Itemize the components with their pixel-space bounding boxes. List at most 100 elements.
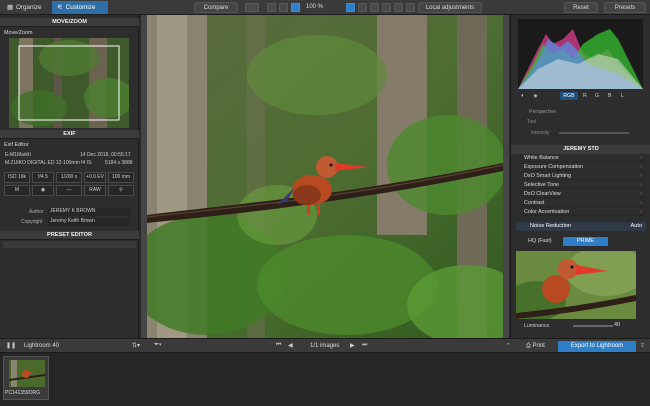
sliders-icon: ⚟ <box>57 4 63 11</box>
channel-g[interactable]: G <box>595 93 599 99</box>
channel-b[interactable]: B <box>608 93 611 99</box>
last-image-icon[interactable]: ⏭ <box>362 342 367 349</box>
luminance-value[interactable]: 40 <box>614 322 620 328</box>
channel-l[interactable]: L <box>621 93 624 99</box>
channel-rgb[interactable]: RGB <box>560 92 578 100</box>
preset-editor-toolbar <box>3 241 136 248</box>
preset-editor-header[interactable]: PRESET EDITOR <box>0 231 139 240</box>
first-image-icon[interactable]: ⏮ <box>276 342 281 349</box>
author-field[interactable]: JEREMY K BROWN <box>48 208 130 216</box>
top-toolbar: ▦ Organize ⚟ Customize Compare 100 % Local… <box>0 0 650 15</box>
filmstrip-toolbar: ❚❚ Lightroom 40 ⇅▾ ⏷▾ ⏮ ◀ 1/1 images ▶ ⏭… <box>0 338 650 353</box>
palette-selective-tone[interactable]: Selective Tone › <box>524 181 644 189</box>
exif-header[interactable]: EXIF <box>0 130 139 139</box>
printer-icon: ⎙ <box>526 343 531 349</box>
copyright-label: Copyright <box>21 219 43 225</box>
view-toggle-icon[interactable]: ◔ <box>506 342 510 348</box>
folder-name: Lightroom 40 <box>24 343 60 349</box>
share-icon[interactable]: ⇪ <box>640 342 645 349</box>
image-counter: 1/1 images <box>310 343 340 349</box>
perspective-label[interactable]: Perspective <box>529 109 556 115</box>
pause-icon[interactable]: ❚❚ <box>6 342 16 349</box>
thumbnail-image <box>9 360 45 387</box>
tab-organize[interactable]: ▦ Organize <box>2 1 47 14</box>
chevron-icon: › <box>640 164 642 170</box>
move-zoom-header[interactable]: MOVE/ZOOM <box>0 18 139 27</box>
capture-date: 14 Dec 2018, 00:55:17 <box>80 152 131 158</box>
palette-exposure[interactable]: Exposure Compensation › <box>524 163 644 171</box>
palette-contrast[interactable]: Contrast › <box>524 199 644 207</box>
crop-icon[interactable] <box>267 3 276 12</box>
eye-icon[interactable] <box>406 3 415 12</box>
aperture-value: f/4.5 <box>32 172 54 183</box>
metering-value: — <box>56 185 82 196</box>
repair-icon[interactable] <box>382 3 391 12</box>
shadow-clip-icon[interactable]: ◐ <box>521 93 525 99</box>
filmstrip: PC141359ORG <box>0 353 650 406</box>
next-image-icon[interactable]: ▶ <box>350 342 355 349</box>
main-photo <box>147 15 503 338</box>
palette-clearview[interactable]: DxO ClearView › <box>524 190 644 198</box>
histogram <box>518 19 643 89</box>
focal-value: 100 mm <box>108 172 134 183</box>
image-viewer[interactable] <box>141 15 509 338</box>
lens-name: M.ZUIKO DIGITAL ED 12-100mm f4 IS· <box>5 160 94 166</box>
straighten-icon[interactable] <box>346 3 355 12</box>
luminance-label: Luminance <box>524 323 550 329</box>
grid-icon: ▦ <box>7 4 13 11</box>
presets-button[interactable]: Presets <box>604 2 646 13</box>
prime-option[interactable]: PRIME <box>563 237 608 246</box>
palette-white-balance[interactable]: White Balance › <box>524 154 644 162</box>
intensity-label: Intensity <box>531 130 550 136</box>
filter-icon[interactable]: ⏷▾ <box>154 342 162 349</box>
noise-preview[interactable] <box>516 251 636 319</box>
redeye-icon[interactable] <box>394 3 403 12</box>
print-button[interactable]: ⎙ Print <box>522 341 549 352</box>
intensity-slider[interactable] <box>559 132 629 134</box>
author-label: Author <box>29 209 44 215</box>
sort-icon[interactable]: ⇅▾ <box>132 342 140 349</box>
exif-editor-label[interactable]: Exif Editor <box>4 142 29 148</box>
chevron-icon: › <box>640 173 642 179</box>
navigator-thumbnail[interactable] <box>9 38 129 128</box>
tool-label: Tool <box>527 119 537 125</box>
luminance-slider[interactable] <box>573 325 613 327</box>
layout-icon[interactable] <box>245 3 259 12</box>
palette-color-accentuation[interactable]: Color Accentuation › <box>524 208 644 216</box>
film-thumbnail[interactable]: PC141359ORG <box>3 356 49 400</box>
image-dimensions: 5184 x 3888 <box>105 160 133 166</box>
chevron-icon: › <box>640 209 642 215</box>
chevron-icon: › <box>640 200 642 206</box>
move-icon[interactable] <box>279 3 288 12</box>
reset-button[interactable]: Reset <box>564 2 598 13</box>
chevron-icon: › <box>640 155 642 161</box>
flash-icon: ⚲ <box>108 185 134 196</box>
channel-r[interactable]: R <box>583 93 587 99</box>
zoom-level[interactable]: 100 % <box>306 4 323 10</box>
shutter-value: 1/200 s <box>56 172 82 183</box>
iso-value: ISO 16k <box>4 172 30 183</box>
copyright-field[interactable]: Jeremy Keith Brown <box>48 218 130 226</box>
hq-fast-option[interactable]: HQ (Fast) <box>528 238 552 244</box>
compare-button[interactable]: Compare <box>194 2 238 13</box>
format-value: RAW <box>84 185 106 196</box>
perspective-icon[interactable] <box>358 3 367 12</box>
camera-model: E-M1MarkII <box>5 152 31 158</box>
chevron-icon: › <box>640 182 642 188</box>
palette-smart-lighting[interactable]: DxO Smart Lighting › <box>524 172 644 180</box>
mode-value: M <box>4 185 30 196</box>
prev-image-icon[interactable]: ◀ <box>288 342 293 349</box>
zoom-1to1-icon[interactable] <box>291 3 300 12</box>
export-button[interactable]: Export to Lightroom <box>558 341 636 352</box>
highlight-clip-icon[interactable]: ✷ <box>533 93 538 100</box>
auto-toggle[interactable]: Auto <box>630 222 642 231</box>
local-adjustments-button[interactable]: Local adjustments <box>418 2 482 13</box>
picker-icon[interactable] <box>370 3 379 12</box>
tab-customize[interactable]: ⚟ Customize <box>52 1 108 14</box>
ev-value: +0.0 EV <box>84 172 106 183</box>
move-zoom-label[interactable]: Move/Zoom <box>4 30 32 36</box>
chevron-icon: › <box>640 191 642 197</box>
left-panel: MOVE/ZOOM Move/Zoom EXIF Exif Editor E-M… <box>0 15 139 338</box>
preset-header[interactable]: JEREMY STD <box>511 145 650 154</box>
noise-reduction-header[interactable]: Noise Reduction Auto <box>516 222 646 231</box>
